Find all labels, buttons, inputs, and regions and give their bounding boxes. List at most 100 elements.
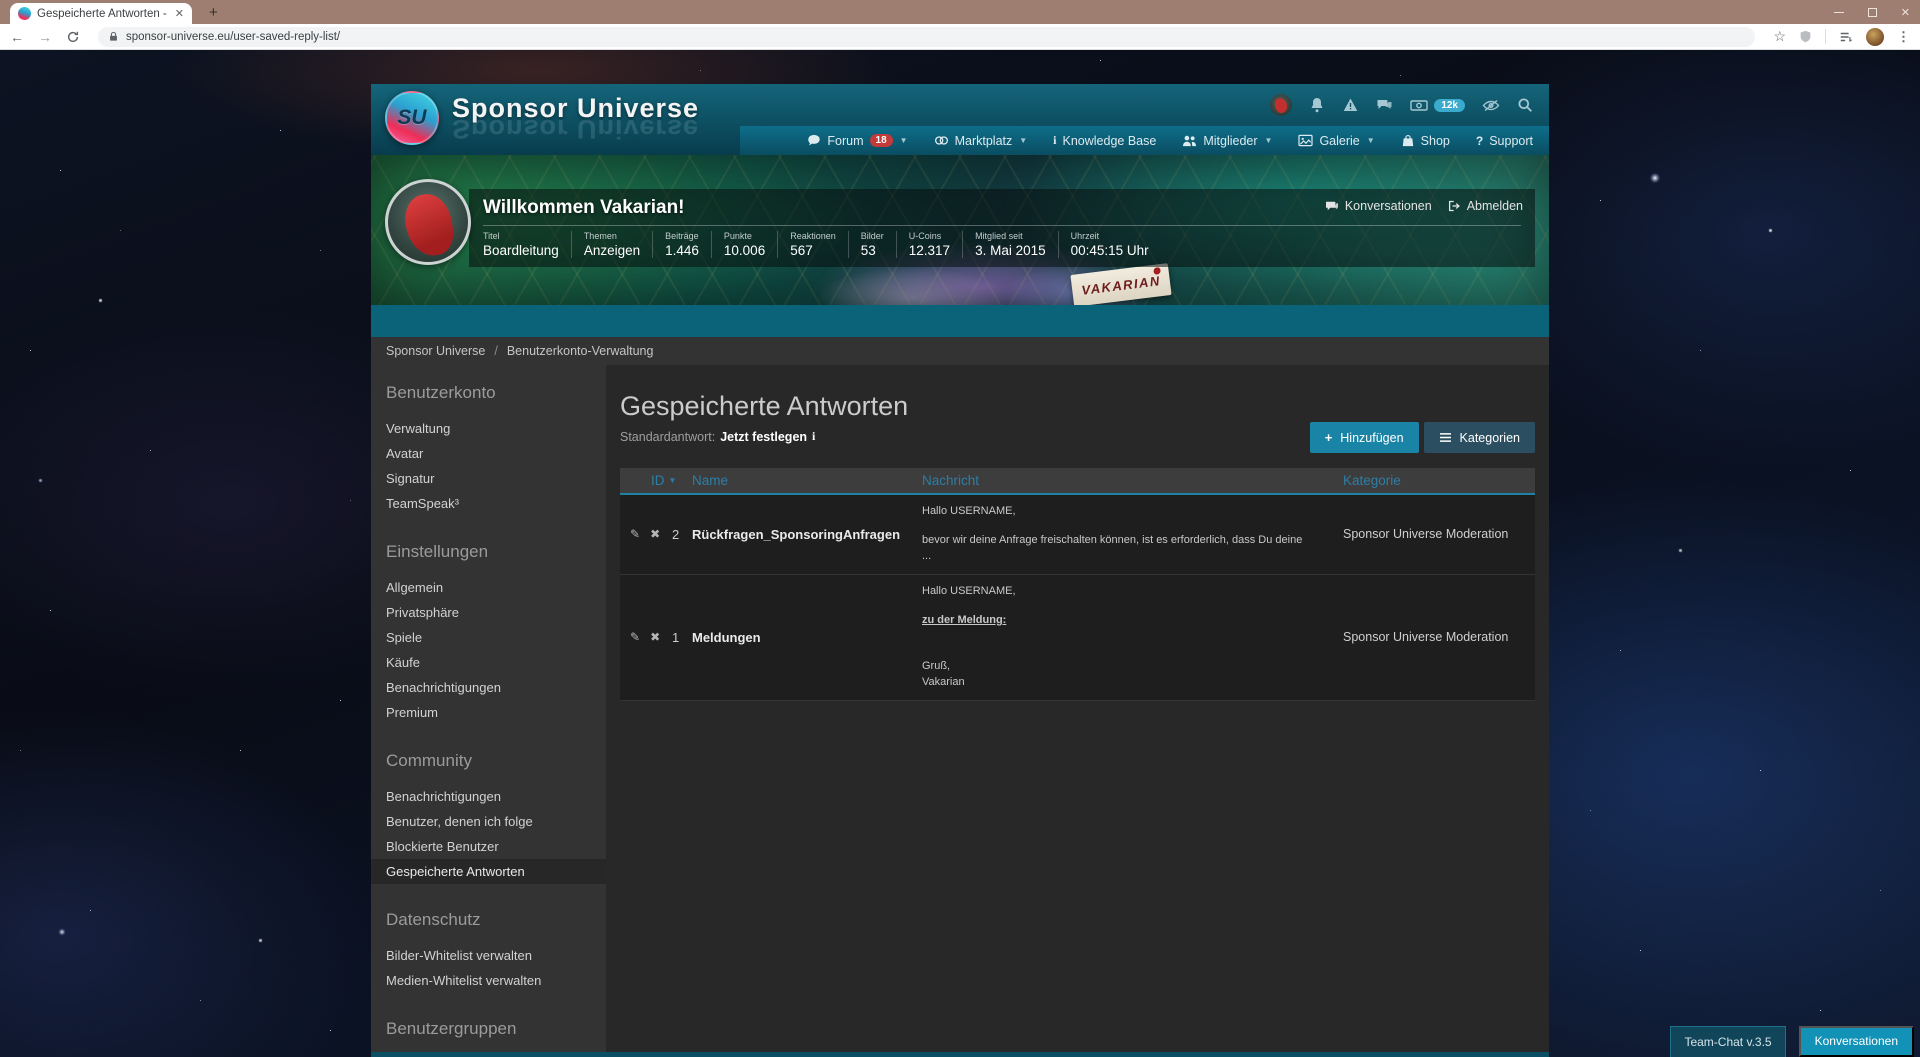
edit-icon[interactable]: ✎ (630, 527, 640, 541)
sidebar-section-datenschutz: Datenschutz (371, 910, 606, 930)
sidebar-item-community-benachrichtigungen[interactable]: Benachrichtigungen (371, 784, 606, 809)
row-category: Sponsor Universe Moderation (1343, 527, 1535, 541)
nav-item-knowledge-base[interactable]: i Knowledge Base (1053, 133, 1156, 148)
sidebar-section-benutzerkonto: Benutzerkonto (371, 383, 606, 403)
account-sidebar: Benutzerkonto Verwaltung Avatar Signatur… (371, 365, 606, 1052)
window-maximize-icon[interactable] (1868, 8, 1877, 17)
message-link: zu der Meldung: (922, 613, 1343, 629)
nav-item-forum[interactable]: Forum 18 ▼ (807, 134, 907, 148)
forum-unread-badge: 18 (870, 134, 893, 147)
add-button[interactable]: +Hinzufügen (1310, 422, 1419, 453)
row-name[interactable]: Meldungen (692, 630, 922, 645)
browser-tab[interactable]: Gespeicherte Antworten - Spons ✕ (10, 3, 192, 24)
sidebar-item-benachrichtigungen[interactable]: Benachrichtigungen (371, 675, 606, 700)
stat-mitglied-seit: Mitglied seit3. Mai 2015 (962, 231, 1058, 258)
sidebar-item-benutzer-folge[interactable]: Benutzer, denen ich folge (371, 809, 606, 834)
nav-item-mitglieder[interactable]: Mitglieder ▼ (1182, 134, 1272, 148)
chevron-down-icon: ▼ (900, 136, 908, 145)
banknote-icon (1410, 98, 1428, 113)
column-header-name[interactable]: Name (692, 473, 922, 488)
row-id: 1 (672, 630, 692, 645)
breadcrumb-home[interactable]: Sponsor Universe (386, 344, 485, 358)
saved-replies-table: ID▼ Name Nachricht Kategorie ✎ ✖ 2 Rückf… (620, 468, 1535, 701)
sidebar-item-allgemein[interactable]: Allgemein (371, 575, 606, 600)
table-row: ✎ ✖ 2 Rückfragen_SponsoringAnfragen Hall… (620, 495, 1535, 575)
user-avatar-small[interactable] (1270, 94, 1292, 116)
browser-urlbar: ← → sponsor-universe.eu/user-saved-reply… (0, 24, 1920, 50)
row-message: Hallo USERNAME, bevor wir deine Anfrage … (922, 495, 1343, 574)
warning-icon[interactable] (1342, 97, 1359, 113)
search-icon[interactable] (1517, 97, 1533, 113)
main-navigation: Forum 18 ▼ Marktplatz ▼ i Knowledge Base… (740, 126, 1549, 155)
team-chat-button[interactable]: Team-Chat v.3.5 (1670, 1026, 1785, 1057)
sidebar-item-kaeufe[interactable]: Käufe (371, 650, 606, 675)
delete-icon[interactable]: ✖ (650, 527, 660, 541)
user-avatar-large[interactable] (385, 179, 471, 265)
stat-bilder: Bilder53 (848, 231, 896, 258)
url-text: sponsor-universe.eu/user-saved-reply-lis… (126, 31, 340, 43)
table-header: ID▼ Name Nachricht Kategorie (620, 468, 1535, 495)
row-name[interactable]: Rückfragen_SponsoringAnfragen (692, 527, 922, 542)
window-close-icon[interactable]: ✕ (1901, 6, 1910, 19)
column-header-nachricht[interactable]: Nachricht (922, 473, 1343, 488)
column-header-kategorie[interactable]: Kategorie (1343, 473, 1535, 488)
browser-titlebar: Gespeicherte Antworten - Spons ✕ + ✕ (0, 0, 1920, 24)
stat-beitraege: Beiträge1.446 (652, 231, 711, 258)
sidebar-section-einstellungen: Einstellungen (371, 542, 606, 562)
delete-icon[interactable]: ✖ (650, 630, 660, 644)
shield-icon[interactable] (1799, 30, 1812, 43)
sidebar-item-teamspeak[interactable]: TeamSpeak³ (371, 491, 606, 516)
sidebar-item-premium[interactable]: Premium (371, 700, 606, 725)
stat-reaktionen: Reaktionen567 (777, 231, 848, 258)
sidebar-item-bilder-whitelist[interactable]: Bilder-Whitelist verwalten (371, 943, 606, 968)
breadcrumb-account[interactable]: Benutzerkonto-Verwaltung (507, 344, 654, 358)
stat-titel: TitelBoardleitung (483, 231, 571, 258)
sidebar-item-gespeicherte-antworten[interactable]: Gespeicherte Antworten (371, 859, 606, 884)
sort-desc-icon: ▼ (669, 476, 677, 485)
nav-item-galerie[interactable]: Galerie ▼ (1298, 134, 1374, 148)
sidebar-item-blockierte-benutzer[interactable]: Blockierte Benutzer (371, 834, 606, 859)
sidebar-item-avatar[interactable]: Avatar (371, 441, 606, 466)
conversations-link[interactable]: Konversationen (1325, 199, 1432, 213)
sidebar-item-spiele[interactable]: Spiele (371, 625, 606, 650)
menu-dots-icon[interactable]: ⋮ (1897, 29, 1910, 45)
logout-link[interactable]: Abmelden (1448, 199, 1523, 213)
back-icon[interactable]: ← (10, 29, 24, 45)
column-header-id[interactable]: ID▼ (620, 473, 692, 488)
reading-list-icon[interactable] (1839, 30, 1853, 44)
conversations-icon[interactable] (1376, 97, 1393, 113)
set-default-link[interactable]: Jetzt festlegen (720, 430, 807, 444)
plus-icon: + (1325, 430, 1333, 445)
coins-widget[interactable]: 12k (1410, 98, 1465, 113)
stat-punkte: Punkte10.006 (711, 231, 777, 258)
sidebar-item-privatsphaere[interactable]: Privatsphäre (371, 600, 606, 625)
site-logo[interactable]: SU Sponsor Universe Sponsor Universe (385, 91, 699, 145)
bookmark-star-icon[interactable]: ☆ (1773, 28, 1786, 45)
forward-icon[interactable]: → (38, 29, 52, 45)
nav-item-support[interactable]: ? Support (1476, 134, 1533, 148)
stat-themen[interactable]: ThemenAnzeigen (571, 231, 652, 258)
conversations-button[interactable]: Konversationen (1799, 1026, 1914, 1057)
browser-profile-avatar[interactable] (1866, 28, 1884, 46)
bell-icon[interactable] (1309, 97, 1325, 113)
sidebar-item-benutzergruppen[interactable]: Benutzergruppen (371, 1052, 606, 1057)
eye-off-icon[interactable] (1482, 98, 1500, 113)
nav-item-marktplatz[interactable]: Marktplatz ▼ (934, 134, 1028, 148)
categories-button[interactable]: Kategorien (1424, 422, 1535, 453)
info-icon[interactable]: i (812, 429, 815, 444)
question-icon: ? (1476, 134, 1483, 148)
site-favicon (18, 7, 31, 20)
sidebar-item-verwaltung[interactable]: Verwaltung (371, 416, 606, 441)
sidebar-item-medien-whitelist[interactable]: Medien-Whitelist verwalten (371, 968, 606, 993)
stat-ucoins: U-Coins12.317 (896, 231, 962, 258)
reload-icon[interactable] (66, 30, 80, 44)
window-minimize-icon[interactable] (1834, 12, 1844, 13)
breadcrumb: Sponsor Universe / Benutzerkonto-Verwalt… (371, 337, 1549, 365)
edit-icon[interactable]: ✎ (630, 630, 640, 644)
new-tab-button[interactable]: + (203, 2, 224, 23)
row-message: Hallo USERNAME, zu der Meldung: Gruß, Va… (922, 575, 1343, 700)
tab-close-icon[interactable]: ✕ (175, 7, 184, 20)
nav-item-shop[interactable]: Shop (1401, 134, 1450, 148)
address-bar[interactable]: sponsor-universe.eu/user-saved-reply-lis… (98, 27, 1755, 47)
sidebar-item-signatur[interactable]: Signatur (371, 466, 606, 491)
